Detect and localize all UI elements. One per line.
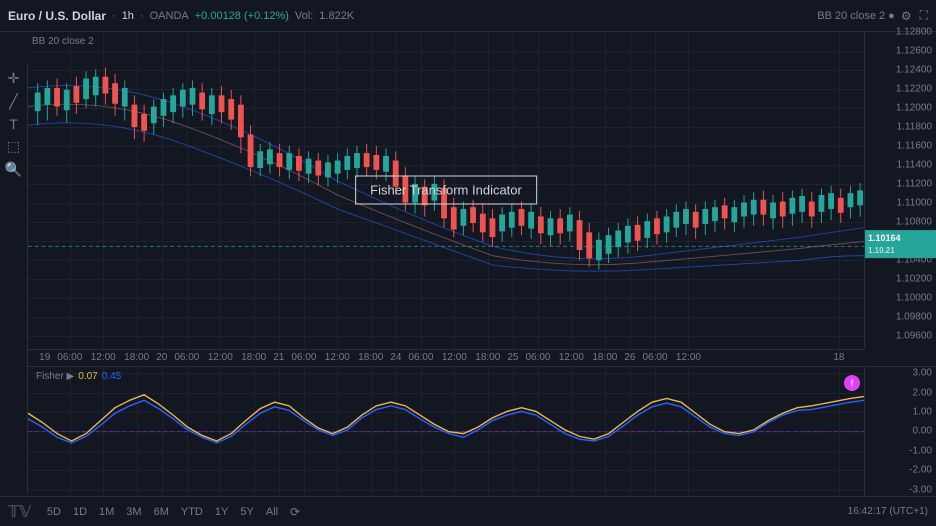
line-tool-icon[interactable]: ╱: [9, 93, 17, 110]
bottom-bar: 𝕋𝕍 5D 1D 1M 3M 6M YTD 1Y 5Y All ⟳ 16:42:…: [0, 496, 936, 526]
price-1.11800: 1.11800: [897, 122, 932, 133]
price-1.11000: 1.11000: [897, 198, 932, 209]
btn-1y[interactable]: 1Y: [211, 504, 232, 520]
time-25: 25: [507, 352, 518, 363]
price-1.12800: 1.12800: [896, 27, 932, 38]
price-1.09600: 1.09600: [896, 331, 932, 342]
time-06-6: 06:00: [642, 352, 667, 363]
measure-tool-icon[interactable]: ⬚: [7, 138, 20, 155]
volume-label: 1.822K: [319, 10, 354, 22]
indicator-axis: 3.00 2.00 1.00 0.00 -1.00 -2.00 -3.00: [864, 367, 936, 497]
ind-minus1: -1.00: [909, 445, 932, 456]
time-24: 24: [390, 352, 401, 363]
time-06-4: 06:00: [408, 352, 433, 363]
fisher-transform-svg: [28, 367, 864, 497]
top-bar: Euro / U.S. Dollar · 1h · OANDA +0.00128…: [0, 0, 936, 32]
price-1.10800: 1.10800: [896, 217, 932, 228]
vol-label: Vol:: [295, 10, 313, 22]
fisher-icon[interactable]: f: [844, 375, 860, 391]
ind-3.00: 3.00: [913, 368, 932, 379]
replay-button[interactable]: ⟳: [290, 505, 300, 519]
bb-label: BB 20 close 2 ●: [817, 10, 895, 22]
price-1.12200: 1.12200: [896, 84, 932, 95]
timeframe-label: 1h: [122, 10, 134, 22]
text-tool-icon[interactable]: T: [9, 116, 18, 132]
cursor-icon[interactable]: ✛: [8, 70, 20, 87]
btn-5d[interactable]: 5D: [43, 504, 65, 520]
time-21: 21: [273, 352, 284, 363]
pair-label: Euro / U.S. Dollar: [8, 9, 106, 23]
time-18-end: 18: [833, 352, 844, 363]
zoom-icon[interactable]: 🔍: [5, 161, 22, 178]
main-chart: BB 20 close 2: [28, 32, 864, 349]
ind-0.00: 0.00: [913, 426, 932, 437]
time-18-5: 18:00: [592, 352, 617, 363]
sep1: ·: [112, 10, 116, 22]
ind-minus2: -2.00: [909, 465, 932, 476]
price-1.12600: 1.12600: [896, 46, 932, 57]
fisher-value1: 0.07: [78, 371, 97, 382]
ind-2.00: 2.00: [913, 387, 932, 398]
time-18-2: 18:00: [241, 352, 266, 363]
top-icons: ⚙ ⛶: [901, 8, 928, 23]
ind-1.00: 1.00: [913, 406, 932, 417]
broker-label: OANDA: [150, 10, 189, 22]
ind-minus3: -3.00: [909, 484, 932, 495]
time-06-5: 06:00: [525, 352, 550, 363]
fullscreen-icon[interactable]: ⛶: [920, 8, 928, 23]
btn-ytd[interactable]: YTD: [177, 504, 207, 520]
price-1.11200: 1.11200: [897, 179, 932, 190]
settings-icon[interactable]: ⚙: [901, 9, 912, 23]
time-18-1: 18:00: [124, 352, 149, 363]
time-12-4: 12:00: [442, 352, 467, 363]
time-26: 26: [624, 352, 635, 363]
time-12-3: 12:00: [325, 352, 350, 363]
btn-1d[interactable]: 1D: [69, 504, 91, 520]
fisher-value2: 0.45: [102, 371, 121, 382]
btn-3m[interactable]: 3M: [122, 504, 145, 520]
btn-1m[interactable]: 1M: [95, 504, 118, 520]
tradingview-logo: 𝕋𝕍: [8, 502, 31, 522]
time-12-6: 12:00: [676, 352, 701, 363]
price-1.10200: 1.10200: [896, 274, 932, 285]
left-toolbar: ✛ ╱ T ⬚ 🔍: [0, 64, 28, 494]
time-19: 19: [39, 352, 50, 363]
time-18-3: 18:00: [358, 352, 383, 363]
time-12-5: 12:00: [559, 352, 584, 363]
time-12-1: 12:00: [91, 352, 116, 363]
fisher-label-area: Fisher ▶ 0.07 0.45: [36, 371, 121, 382]
time-20: 20: [156, 352, 167, 363]
time-12-2: 12:00: [208, 352, 233, 363]
time-06-2: 06:00: [174, 352, 199, 363]
price-1.11600: 1.11600: [897, 141, 932, 152]
price-1.11400: 1.11400: [897, 160, 932, 171]
price-1.12400: 1.12400: [896, 65, 932, 76]
fisher-title: Fisher ▶: [36, 371, 74, 382]
change-label: +0.00128 (+0.12%): [195, 10, 289, 22]
time-06-1: 06:00: [57, 352, 82, 363]
price-1.10000: 1.10000: [896, 293, 932, 304]
current-price-badge: 1.10164 1.10.21: [865, 230, 936, 258]
btn-6m[interactable]: 6M: [150, 504, 173, 520]
indicator-area: Fisher ▶ 0.07 0.45 f 3.00 2.00 1.00 0.00…: [28, 366, 936, 497]
candlestick-chart: [28, 32, 864, 349]
time-06-3: 06:00: [291, 352, 316, 363]
btn-all[interactable]: All: [262, 504, 282, 520]
sep2: ·: [140, 10, 144, 22]
chart-area: BB 20 close 2: [28, 32, 936, 349]
time-18-4: 18:00: [475, 352, 500, 363]
price-axis: 1.12800 1.12600 1.12400 1.12200 1.12000 …: [864, 32, 936, 349]
btn-5y[interactable]: 5Y: [236, 504, 257, 520]
price-1.09800: 1.09800: [896, 312, 932, 323]
indicator-chart: Fisher ▶ 0.07 0.45 f: [28, 367, 864, 497]
timestamp: 16:42:17 (UTC+1): [848, 506, 928, 517]
price-1.12000: 1.12000: [896, 103, 932, 114]
time-axis-main: 19 06:00 12:00 18:00 20 06:00 12:00 18:0…: [28, 349, 864, 366]
